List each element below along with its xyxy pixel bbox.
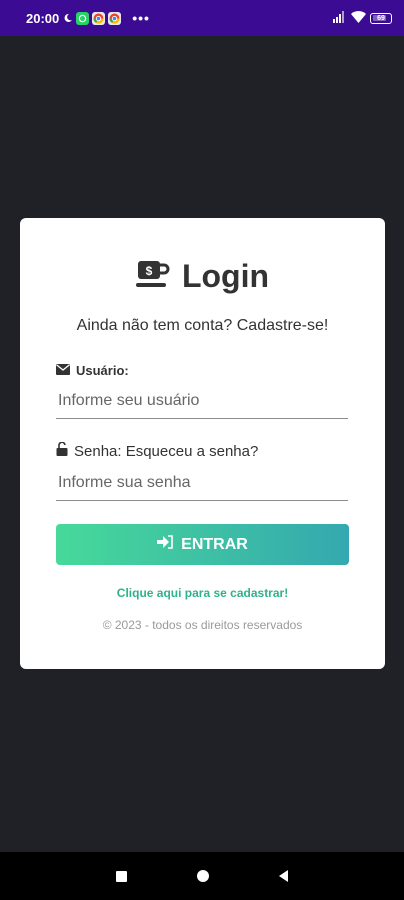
whatsapp-icon — [76, 11, 90, 25]
chrome-icon — [92, 11, 106, 25]
svg-text:$: $ — [146, 264, 153, 278]
username-label-row: Usuário: — [56, 363, 129, 378]
enter-button[interactable]: ENTRAR — [56, 524, 349, 565]
wifi-icon — [351, 10, 366, 26]
moon-icon — [63, 13, 73, 23]
envelope-icon — [56, 363, 70, 378]
login-card: $ Login Ainda não tem conta? Cadastre-se… — [20, 218, 385, 669]
sign-in-icon — [157, 535, 173, 554]
page-title: Login — [181, 258, 270, 294]
more-notifications-icon: ••• — [132, 10, 150, 26]
unlock-icon — [56, 441, 68, 460]
register-link[interactable]: Clique aqui para se cadastrar! — [20, 586, 385, 600]
battery-icon: 69 — [370, 12, 392, 24]
username-input[interactable] — [56, 383, 348, 419]
password-label[interactable]: Senha: Esqueceu a senha? — [74, 443, 258, 460]
signup-prompt: Ainda não tem conta? Cadastre-se! — [76, 317, 329, 334]
signal-icon — [333, 10, 347, 26]
username-label: Usuário: — [76, 363, 129, 378]
battery-level: 69 — [377, 14, 385, 22]
chrome-icon — [108, 11, 122, 25]
back-button[interactable] — [279, 870, 288, 882]
password-input[interactable] — [56, 465, 348, 501]
status-time: 20:00 — [26, 10, 60, 26]
home-button[interactable] — [197, 870, 209, 882]
title-row: $ Login — [20, 258, 385, 295]
copyright-text: © 2023 - todos os direitos reservados — [102, 618, 303, 632]
status-right: 69 — [333, 10, 392, 26]
status-bar: 20:00 ••• 69 — [0, 0, 404, 36]
recent-apps-button[interactable] — [116, 870, 127, 882]
coffee-cup-icon: $ — [135, 259, 170, 294]
enter-button-label: ENTRAR — [181, 535, 248, 553]
password-label-row: Senha: Esqueceu a senha? — [56, 441, 258, 460]
navigation-bar — [0, 852, 404, 900]
